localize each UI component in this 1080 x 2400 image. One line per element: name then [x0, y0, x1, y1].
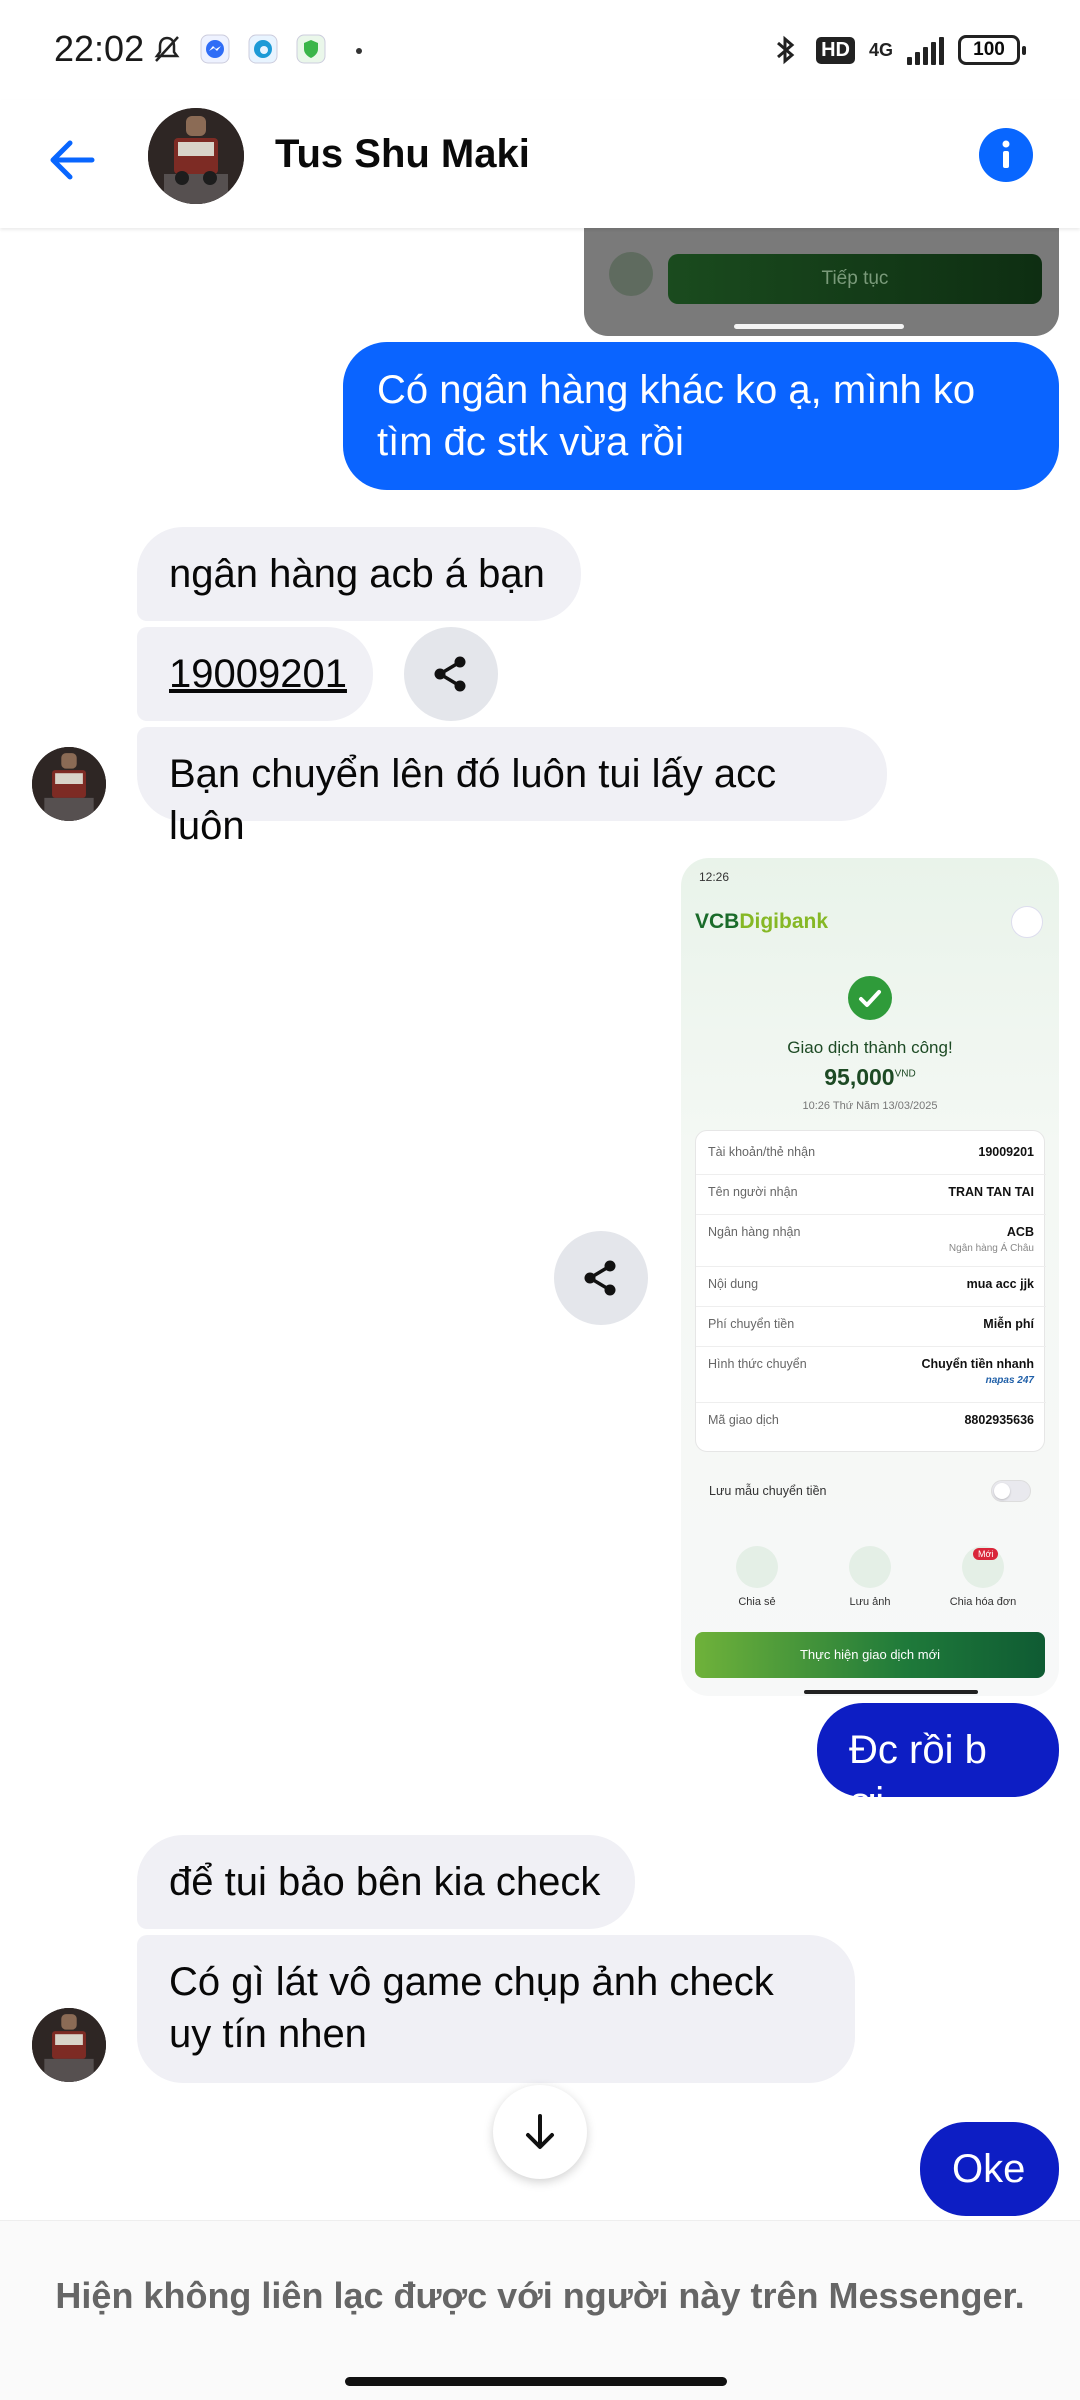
info-icon [1002, 140, 1010, 168]
status-bar: 22:02 HD 4G 100 [0, 0, 1080, 100]
message-bubble-received[interactable]: để tui bảo bên kia check [137, 1835, 635, 1929]
message-text: ngân hàng acb á bạn [169, 552, 545, 596]
status-right-cluster: HD 4G 100 [768, 30, 1026, 70]
footer: Hiện không liên lạc được với người này t… [0, 2220, 1080, 2400]
status-time: 22:02 [54, 28, 145, 69]
receipt-success: Giao dịch thành công! [787, 1038, 953, 1057]
shield-app-icon [296, 34, 326, 64]
network-type: 4G [868, 40, 893, 60]
message-text: Có ngân hàng khác ko ạ, mình ko tìm đc s… [377, 368, 976, 464]
message-bubble-sent[interactable]: Có ngân hàng khác ko ạ, mình ko tìm đc s… [343, 342, 1059, 490]
receipt-row: Nội dung mua acc jjk [696, 1267, 1046, 1307]
battery-icon: 100 [958, 35, 1026, 65]
message-text: để tui bảo bên kia check [169, 1860, 601, 1904]
message-bubble-sent[interactable]: Đc rồi b ơi [817, 1703, 1059, 1824]
avatar-photo [148, 108, 244, 204]
share-button[interactable] [404, 627, 498, 721]
message-text: Bạn chuyển lên đó luôn tui lấy acc luôn [169, 752, 777, 848]
receipt-row: Hình thức chuyển Chuyển tiền nhanh napas 2… [696, 1347, 1046, 1403]
receipt-row: Tài khoản/thẻ nhận 19009201 [696, 1135, 1046, 1175]
message-bubble-sent[interactable]: Oke [920, 2122, 1059, 2216]
arrow-down-icon [526, 2114, 554, 2149]
new-badge: Mới [973, 1548, 999, 1560]
shared-image-top[interactable]: Tiếp tục [584, 228, 1059, 336]
receipt-row: Phí chuyển tiền Miễn phí [696, 1307, 1046, 1347]
phone-icon [609, 252, 653, 296]
message-bubble-received[interactable]: Bạn chuyển lên đó luôn tui lấy acc luôn [137, 727, 887, 848]
edge-browser-icon [248, 34, 278, 64]
receipt-details-card: Tài khoản/thẻ nhận 19009201 Tên người nhậ… [695, 1130, 1046, 1452]
save-image-icon [849, 1546, 891, 1588]
share-icon [584, 1260, 616, 1296]
contact-avatar[interactable] [148, 108, 244, 204]
home-indicator[interactable] [345, 2377, 727, 2386]
vcb-logo: VCBDigibank [695, 910, 829, 933]
receipt-action-save-image: Lưu ảnh [820, 1546, 920, 1608]
continue-button-image: Tiếp tục [668, 254, 1042, 304]
bluetooth-icon [777, 35, 795, 65]
receipt-image[interactable]: 12:26 VCBDigibank Giao dịch thành công! … [681, 858, 1059, 1696]
sender-avatar[interactable] [32, 2008, 106, 2082]
receipt-home-bar [804, 1690, 978, 1694]
message-text: Có gì lát vô game chụp ảnh check uy tín … [169, 1960, 774, 2056]
home-icon [1011, 906, 1043, 938]
chat-header: Tus Shu Maki [0, 100, 1080, 228]
scroll-to-bottom-button[interactable] [493, 2085, 587, 2179]
message-bubble-received[interactable]: ngân hàng acb á bạn [137, 527, 581, 621]
share-image-button[interactable] [554, 1231, 648, 1325]
hd-badge: HD [816, 36, 855, 64]
check-icon [848, 976, 892, 1020]
message-text: 19009201 [169, 652, 347, 696]
contact-name[interactable]: Tus Shu Maki [275, 132, 530, 177]
receipt-datetime: 10:26 Thứ Năm 13/03/2025 [802, 1100, 938, 1112]
sender-avatar[interactable] [32, 747, 106, 821]
save-template-toggle [991, 1480, 1031, 1502]
share-icon [736, 1546, 778, 1588]
message-bubble-received[interactable]: Có gì lát vô game chụp ảnh check uy tín … [137, 1935, 855, 2083]
messenger-icon [200, 34, 230, 64]
image-home-bar [734, 324, 904, 329]
arrow-left-icon[interactable] [44, 130, 104, 190]
receipt-amount: 95,000VND [824, 1064, 916, 1090]
message-text: Oke [952, 2147, 1026, 2191]
share-icon [434, 656, 466, 692]
unavailable-notice: Hiện không liên lạc được với người này t… [55, 2275, 1025, 2316]
message-text: Đc rồi b ơi [849, 1728, 987, 1824]
avatar-photo [32, 2008, 106, 2082]
avatar-photo [32, 747, 106, 821]
message-phone-number[interactable]: 19009201 [137, 627, 373, 721]
receipt-row: Ngân hàng nhận ACB Ngân hàng Á Châu [696, 1215, 1046, 1267]
new-transaction-button: Thực hiện giao dịch mới [695, 1632, 1045, 1678]
receipt-row: Tên người nhận TRAN TAN TAI [696, 1175, 1046, 1215]
receipt-action-share: Chia sẻ [707, 1546, 807, 1608]
signal-bars-icon [907, 35, 944, 65]
info-button[interactable] [979, 128, 1033, 182]
save-template-label: Lưu mẫu chuyển tiền [709, 1484, 827, 1498]
receipt-status-time: 12:26 [699, 870, 730, 884]
notification-dot-icon [356, 48, 362, 54]
bell-muted-icon [154, 36, 180, 62]
receipt-row: Mã giao dịch 8802935636 [708, 1413, 1034, 1427]
